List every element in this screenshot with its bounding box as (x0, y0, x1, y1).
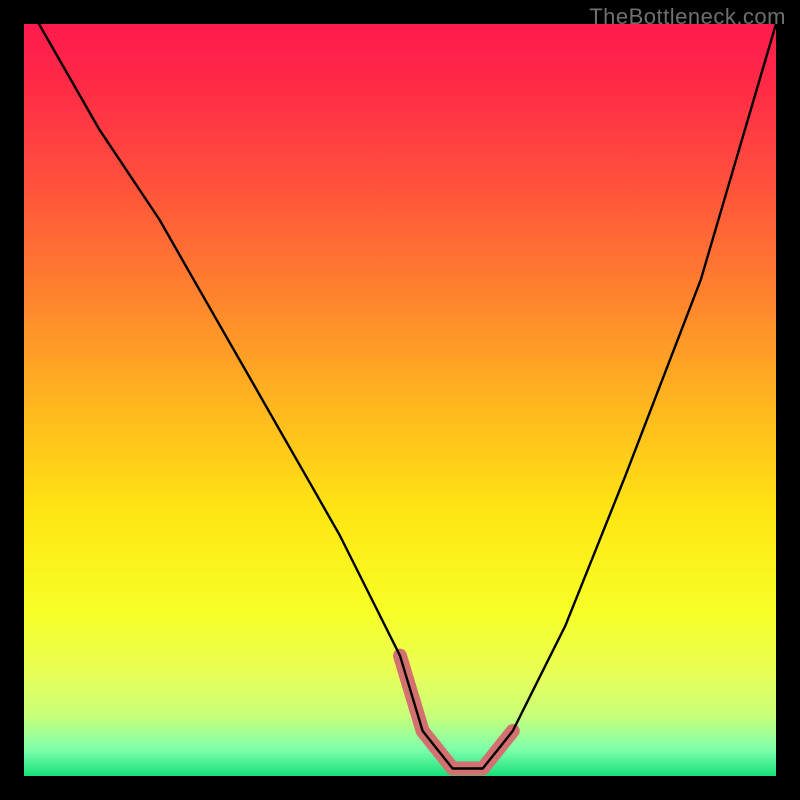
watermark-label: TheBottleneck.com (589, 4, 786, 30)
chart-frame: TheBottleneck.com (0, 0, 800, 800)
plot-area (24, 24, 776, 776)
curve-layer (24, 24, 776, 776)
